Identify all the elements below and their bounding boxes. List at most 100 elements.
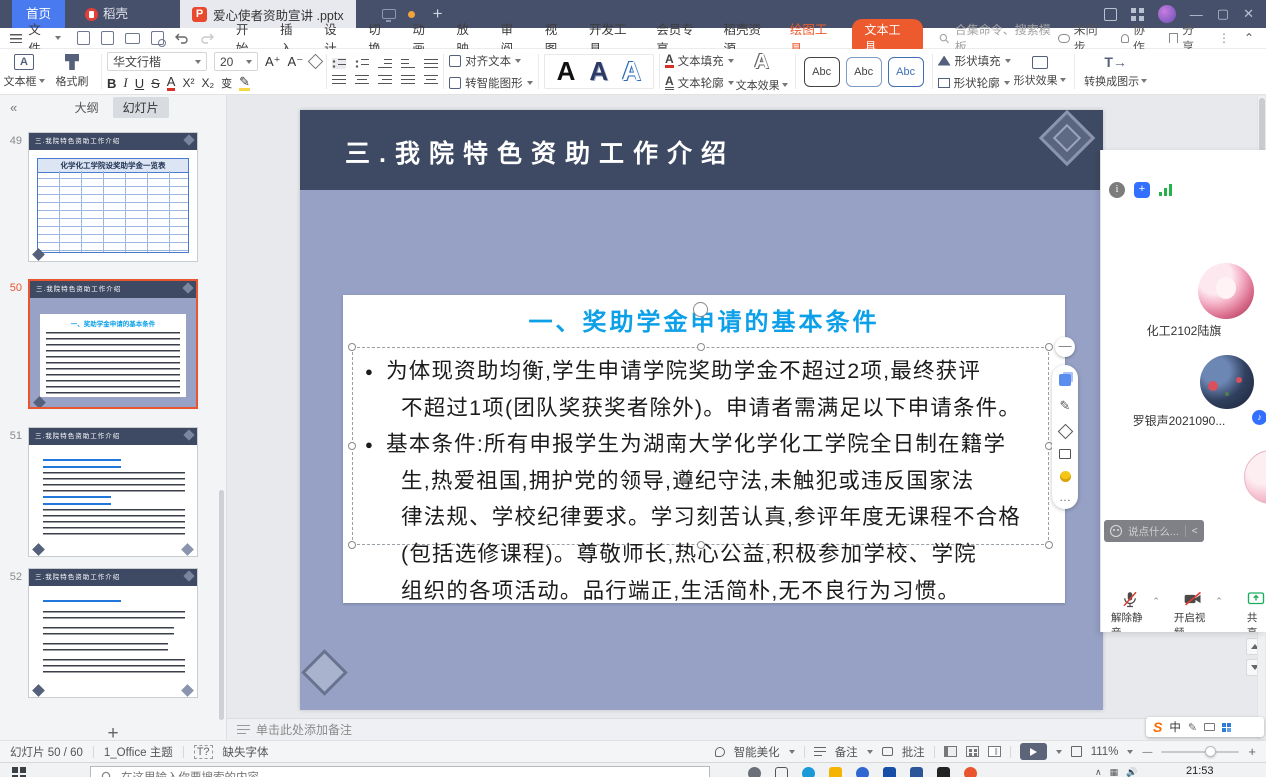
sidebar-scrollbar[interactable] bbox=[219, 490, 224, 720]
convert-diagram-button[interactable]: T→ 转换成图示 bbox=[1080, 49, 1152, 94]
clear-format-icon[interactable] bbox=[308, 54, 324, 70]
chevron-up-icon[interactable]: ⌃ bbox=[1152, 596, 1160, 607]
task-view-icon[interactable] bbox=[775, 767, 788, 777]
taskbar-clock[interactable]: 21:53 bbox=[1186, 765, 1214, 777]
app-icon[interactable] bbox=[937, 767, 950, 777]
notes-bar[interactable]: 单击此处添加备注 bbox=[227, 718, 1257, 740]
chevron-up-icon[interactable]: ⌃ bbox=[1215, 596, 1223, 607]
resize-handle-n[interactable] bbox=[697, 343, 705, 351]
content-text[interactable]: 为体现资助均衡,学生申请学院奖助学金不超过2项,最终获评 不超过1项(团队奖获奖… bbox=[365, 353, 1055, 609]
slide-thumbnail-52[interactable]: 三.我院特色资助工作介绍 bbox=[28, 568, 198, 698]
chat-collapse-button[interactable]: < bbox=[1192, 526, 1198, 537]
start-video-button[interactable]: 开启视频 bbox=[1174, 590, 1212, 632]
app-icon[interactable] bbox=[883, 767, 896, 777]
zoom-slider-knob[interactable] bbox=[1205, 746, 1216, 757]
missing-font-label[interactable]: 缺失字体 bbox=[223, 744, 269, 760]
participant-avatar-partial[interactable] bbox=[1244, 450, 1266, 504]
line-spacing-button[interactable] bbox=[424, 74, 438, 85]
wordart-style-3[interactable]: A bbox=[622, 56, 641, 87]
close-button[interactable]: ✕ bbox=[1243, 6, 1254, 22]
emoji-icon[interactable] bbox=[1110, 525, 1122, 537]
meeting-protect-shield-icon[interactable]: + bbox=[1134, 182, 1150, 198]
chat-placeholder[interactable]: 说点什么... bbox=[1128, 524, 1179, 539]
align-left-button[interactable] bbox=[332, 74, 346, 85]
resize-handle-sw[interactable] bbox=[348, 541, 356, 549]
slide-50[interactable]: 三.我院特色资助工作介绍 一、奖助学金申请的基本条件 为体现 bbox=[300, 110, 1103, 710]
increase-indent-button[interactable] bbox=[401, 58, 415, 69]
ime-toolbox-icon[interactable] bbox=[1222, 723, 1231, 732]
font-name-select[interactable]: 华文行楷 bbox=[107, 52, 207, 71]
text-fill-button[interactable]: A文本填充 bbox=[665, 53, 734, 69]
print-preview-icon[interactable] bbox=[151, 31, 164, 45]
phonetic-guide-button[interactable]: 变 bbox=[221, 75, 232, 91]
layers-icon[interactable] bbox=[1059, 374, 1071, 386]
textbox-button[interactable]: A 文本框 bbox=[0, 49, 48, 94]
slide-thumbnail-50-selected[interactable]: 三.我院特色资助工作介绍 一、奖助学金申请的基本条件 bbox=[28, 279, 198, 409]
shape-icon[interactable] bbox=[1057, 424, 1073, 440]
numbered-list-button[interactable] bbox=[355, 58, 369, 69]
shape-style-1[interactable]: Abc bbox=[804, 57, 840, 87]
shape-outline-button[interactable]: 形状轮廓 bbox=[938, 75, 1011, 91]
slide-content-box[interactable]: 一、奖助学金申请的基本条件 为体现资助均衡,学生申请学院奖助学金不超过2项,最终… bbox=[343, 295, 1065, 603]
decrease-indent-button[interactable] bbox=[378, 58, 392, 69]
rotate-handle[interactable] bbox=[693, 302, 708, 317]
text-outline-button[interactable]: A文本轮廓 bbox=[665, 75, 734, 91]
wordart-gallery[interactable]: A A A bbox=[544, 54, 654, 89]
tab-slides[interactable]: 幻灯片 bbox=[113, 97, 169, 118]
meeting-info-icon[interactable]: i bbox=[1109, 182, 1125, 198]
decrease-font-button[interactable]: A⁻ bbox=[288, 54, 304, 70]
comments-button[interactable]: 批注 bbox=[902, 744, 925, 760]
format-painter-button[interactable]: 格式刷 bbox=[48, 49, 96, 94]
bullet-list-button[interactable] bbox=[332, 58, 346, 69]
start-button[interactable] bbox=[12, 767, 26, 777]
shape-fill-button[interactable]: 形状填充 bbox=[938, 53, 1011, 69]
theme-name[interactable]: 1_Office 主题 bbox=[104, 744, 173, 760]
hamburger-icon[interactable] bbox=[10, 34, 22, 43]
font-color-button[interactable]: A bbox=[167, 76, 176, 91]
maximize-button[interactable]: ▢ bbox=[1217, 6, 1229, 22]
handwriting-icon[interactable]: ✎ bbox=[1188, 721, 1197, 734]
app-icon[interactable] bbox=[856, 767, 869, 777]
cortana-icon[interactable] bbox=[748, 767, 761, 777]
tab-outline[interactable]: 大纲 bbox=[75, 99, 99, 116]
justify-button[interactable] bbox=[401, 74, 415, 85]
strikethrough-button[interactable]: S bbox=[151, 76, 160, 91]
reading-view-button[interactable] bbox=[988, 746, 1001, 757]
tab-docer[interactable]: 稻壳 bbox=[75, 0, 138, 28]
collapse-panel-button[interactable]: « bbox=[10, 100, 17, 115]
collapse-ribbon-icon[interactable]: ⌃ bbox=[1244, 31, 1254, 45]
output-icon[interactable] bbox=[101, 31, 114, 45]
slide-sorter-view-button[interactable] bbox=[966, 746, 979, 757]
slide-thumbnail-51[interactable]: 三.我院特色资助工作介绍 bbox=[28, 427, 198, 557]
collapse-palette-button[interactable]: — bbox=[1055, 337, 1075, 357]
slideshow-play-button[interactable] bbox=[1020, 743, 1047, 760]
more-options-icon[interactable]: ⋮ bbox=[1218, 31, 1230, 45]
zoom-level[interactable]: 111% bbox=[1091, 746, 1119, 758]
underline-button[interactable]: U bbox=[135, 76, 144, 91]
sogou-logo-icon[interactable]: S bbox=[1153, 719, 1162, 735]
increase-font-button[interactable]: A⁺ bbox=[265, 54, 281, 70]
resize-handle-w[interactable] bbox=[348, 442, 356, 450]
save-icon[interactable] bbox=[77, 31, 90, 45]
layout-switch-icon[interactable] bbox=[1104, 8, 1117, 21]
edge-icon[interactable] bbox=[802, 767, 815, 777]
text-effects-button[interactable]: A 文本效果 bbox=[734, 49, 790, 94]
zoom-in-button[interactable] bbox=[1248, 744, 1256, 759]
highlight-button[interactable]: ✎ bbox=[239, 76, 250, 91]
font-size-select[interactable]: 20 bbox=[214, 52, 258, 71]
shape-style-2[interactable]: Abc bbox=[846, 57, 882, 87]
ime-language-toggle[interactable]: 中 bbox=[1169, 719, 1181, 735]
notes-toggle-button[interactable]: 备注 bbox=[835, 744, 858, 760]
redo-icon[interactable] bbox=[200, 32, 214, 44]
bold-button[interactable]: B bbox=[107, 76, 116, 91]
taskbar-search[interactable]: 在这里输入你要搜索的内容 bbox=[90, 766, 710, 777]
smart-beautify-button[interactable]: 智能美化 bbox=[734, 744, 780, 760]
frame-icon[interactable] bbox=[1059, 449, 1071, 459]
convert-smartart-button[interactable]: 转智能图形 bbox=[449, 75, 533, 91]
undo-icon[interactable] bbox=[175, 32, 189, 44]
word-icon[interactable] bbox=[910, 767, 923, 777]
meeting-chat-bar[interactable]: 说点什么... < bbox=[1104, 520, 1204, 542]
participant-avatar[interactable] bbox=[1200, 355, 1254, 409]
system-tray[interactable]: ∧▦🔊 bbox=[1095, 767, 1137, 777]
lightbulb-icon[interactable] bbox=[1060, 471, 1071, 482]
